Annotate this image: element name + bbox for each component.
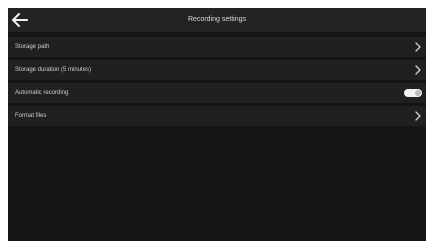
empty-content-area xyxy=(8,126,426,241)
app-header: Recording settings xyxy=(8,8,426,32)
setting-label: Automatic recording xyxy=(15,90,69,96)
setting-row-automatic-recording: Automatic recording xyxy=(8,83,426,103)
chevron-right-icon xyxy=(415,111,421,121)
setting-row-storage-duration[interactable]: Storage duration (5 minutes) xyxy=(8,60,426,80)
setting-row-format-files[interactable]: Format files xyxy=(8,106,426,126)
setting-label: Storage duration (5 minutes) xyxy=(15,67,92,73)
automatic-recording-toggle[interactable] xyxy=(404,89,422,97)
setting-label: Format files xyxy=(15,113,47,119)
chevron-right-icon xyxy=(415,42,421,52)
page-title: Recording settings xyxy=(188,16,246,23)
recording-settings-screen: Recording settings Storage path Storage … xyxy=(8,8,426,241)
setting-row-storage-path[interactable]: Storage path xyxy=(8,37,426,57)
chevron-right-icon xyxy=(415,65,421,75)
setting-label: Storage path xyxy=(15,44,50,50)
toggle-knob xyxy=(415,90,421,96)
